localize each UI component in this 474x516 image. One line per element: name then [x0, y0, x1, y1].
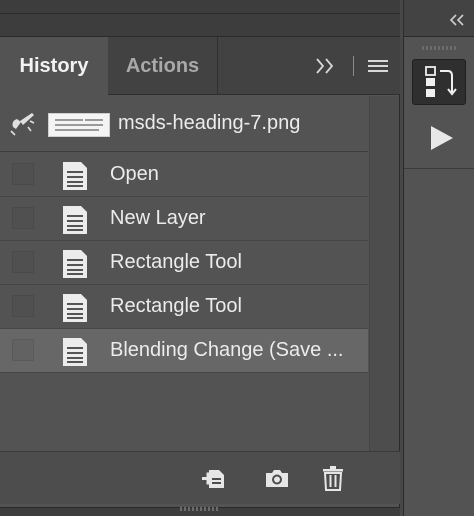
- document-icon: [63, 162, 87, 190]
- workspace-top-bar: [0, 0, 400, 36]
- panel-bottom-toolbar: [0, 451, 400, 504]
- hamburger-menu-icon[interactable]: [367, 57, 389, 75]
- history-list: Open New Layer Rectangle Tool Rectangle …: [0, 153, 368, 373]
- history-item[interactable]: Open: [0, 153, 368, 197]
- top-divider: [0, 13, 400, 14]
- dock-divider: [404, 168, 474, 169]
- document-icon: [63, 338, 87, 366]
- dock-history-button[interactable]: [412, 59, 466, 105]
- dock-grip-icon[interactable]: [422, 45, 456, 51]
- history-item[interactable]: Rectangle Tool: [0, 285, 368, 329]
- history-panel: History Actions msds-heading-7.png Open …: [0, 36, 400, 516]
- panel-tab-bar: History Actions: [0, 37, 400, 96]
- double-chevron-left-icon[interactable]: [448, 12, 466, 28]
- source-checkbox[interactable]: [12, 163, 34, 185]
- snapshot-thumbnail: [48, 113, 110, 137]
- double-chevron-right-icon[interactable]: [312, 54, 338, 78]
- source-checkbox[interactable]: [12, 251, 34, 273]
- history-panel-icon: [425, 66, 457, 97]
- camera-icon[interactable]: [263, 464, 291, 492]
- history-item-label: Blending Change (Save ...: [110, 339, 344, 361]
- tab-actions-label: Actions: [125, 54, 200, 77]
- tab-actions[interactable]: Actions: [108, 37, 218, 95]
- history-item-label: Open: [110, 163, 159, 185]
- history-item-label: Rectangle Tool: [110, 295, 242, 317]
- play-icon[interactable]: [428, 123, 456, 153]
- dock-top-bar: [403, 0, 474, 36]
- tab-history-label: History: [19, 55, 89, 77]
- history-item-label: Rectangle Tool: [110, 251, 242, 273]
- history-scrollbar[interactable]: [369, 96, 399, 485]
- history-item[interactable]: New Layer: [0, 197, 368, 241]
- document-icon: [63, 294, 87, 322]
- snapshot-file-name: msds-heading-7.png: [118, 112, 301, 134]
- trash-icon[interactable]: [319, 464, 347, 492]
- history-item-label: New Layer: [110, 207, 206, 229]
- tab-bar-separator: [353, 56, 354, 76]
- source-checkbox[interactable]: [12, 295, 34, 317]
- history-item[interactable]: Rectangle Tool: [0, 241, 368, 285]
- resize-grip-icon[interactable]: [180, 506, 220, 512]
- document-icon: [63, 250, 87, 278]
- snapshot-row[interactable]: msds-heading-7.png: [0, 95, 368, 152]
- history-item-selected[interactable]: Blending Change (Save ...: [0, 329, 368, 373]
- new-document-from-state-icon[interactable]: [200, 464, 228, 492]
- collapsed-panel-dock: [403, 36, 474, 516]
- source-checkbox[interactable]: [12, 207, 34, 229]
- tab-history[interactable]: History: [0, 37, 108, 96]
- document-icon: [63, 206, 87, 234]
- history-brush-icon[interactable]: [8, 109, 38, 137]
- source-checkbox[interactable]: [12, 339, 34, 361]
